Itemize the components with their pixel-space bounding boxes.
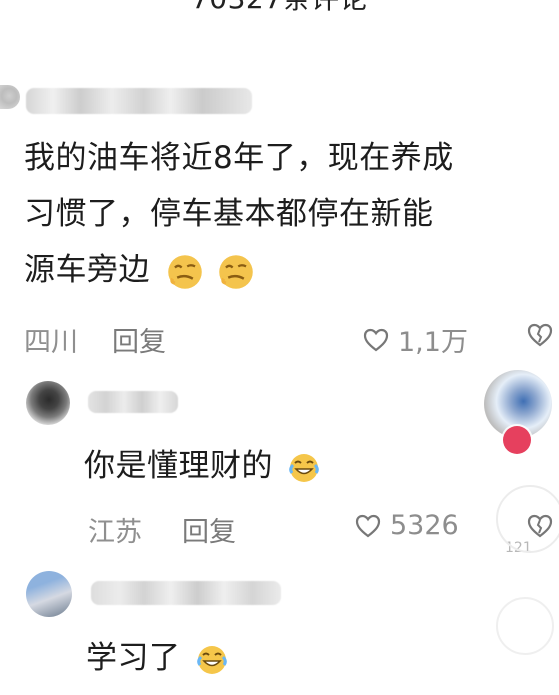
comment-text: 我的油车将近8年了，现在养成 习惯了，停车基本都停在新能 源车旁边: [24, 130, 534, 298]
username-blurred: [26, 88, 252, 114]
comment-count-header: 70327条评论: [0, 0, 559, 16]
heart-icon: [363, 328, 389, 351]
reply-button[interactable]: 回复: [182, 510, 236, 549]
comment-meta-row: 四川 回复: [24, 320, 166, 359]
comment-text: 你是懂理财的: [84, 438, 321, 494]
location-label: 四川: [24, 327, 78, 358]
comment-line-text: 源车旁边: [24, 252, 150, 288]
comment-text: 学习了: [86, 630, 229, 686]
broken-heart-icon[interactable]: [526, 321, 554, 349]
comment-line: 我的油车将近8年了，现在养成: [24, 140, 454, 176]
like-count: 1,1万: [398, 327, 468, 358]
faded-circle: [496, 597, 554, 655]
laugh-cry-emoji-icon: [197, 645, 227, 674]
avatar[interactable]: [26, 571, 72, 617]
comment-line: 源车旁边: [24, 242, 534, 298]
like-count: 5326: [390, 510, 459, 541]
username-blurred: [88, 391, 178, 413]
smirk-emoji-icon: [218, 254, 253, 289]
avatar[interactable]: [0, 85, 20, 109]
comment-meta-row: 江苏 回复: [88, 510, 236, 549]
heart-icon: [355, 514, 381, 537]
location-label: 江苏: [88, 517, 142, 548]
comment-line: 习惯了，停车基本都停在新能: [24, 196, 434, 232]
smirk-emoji-icon: [168, 254, 203, 289]
comment-thread-screen: 70327条评论 我的油车将近8年了，现在养成 习惯了，停车基本都停在新能 源车…: [0, 0, 559, 695]
username-blurred: [91, 581, 281, 605]
faded-circle: [496, 485, 559, 553]
avatar[interactable]: [26, 381, 70, 425]
like-group[interactable]: 1,1万: [362, 320, 468, 359]
like-group[interactable]: 5326: [354, 510, 459, 541]
reply-button[interactable]: 回复: [112, 320, 166, 359]
comment-text-line: 你是懂理财的: [84, 448, 273, 484]
comment-text-line: 学习了: [86, 640, 181, 676]
notification-dot: [503, 426, 531, 454]
laugh-cry-emoji-icon: [289, 453, 320, 482]
